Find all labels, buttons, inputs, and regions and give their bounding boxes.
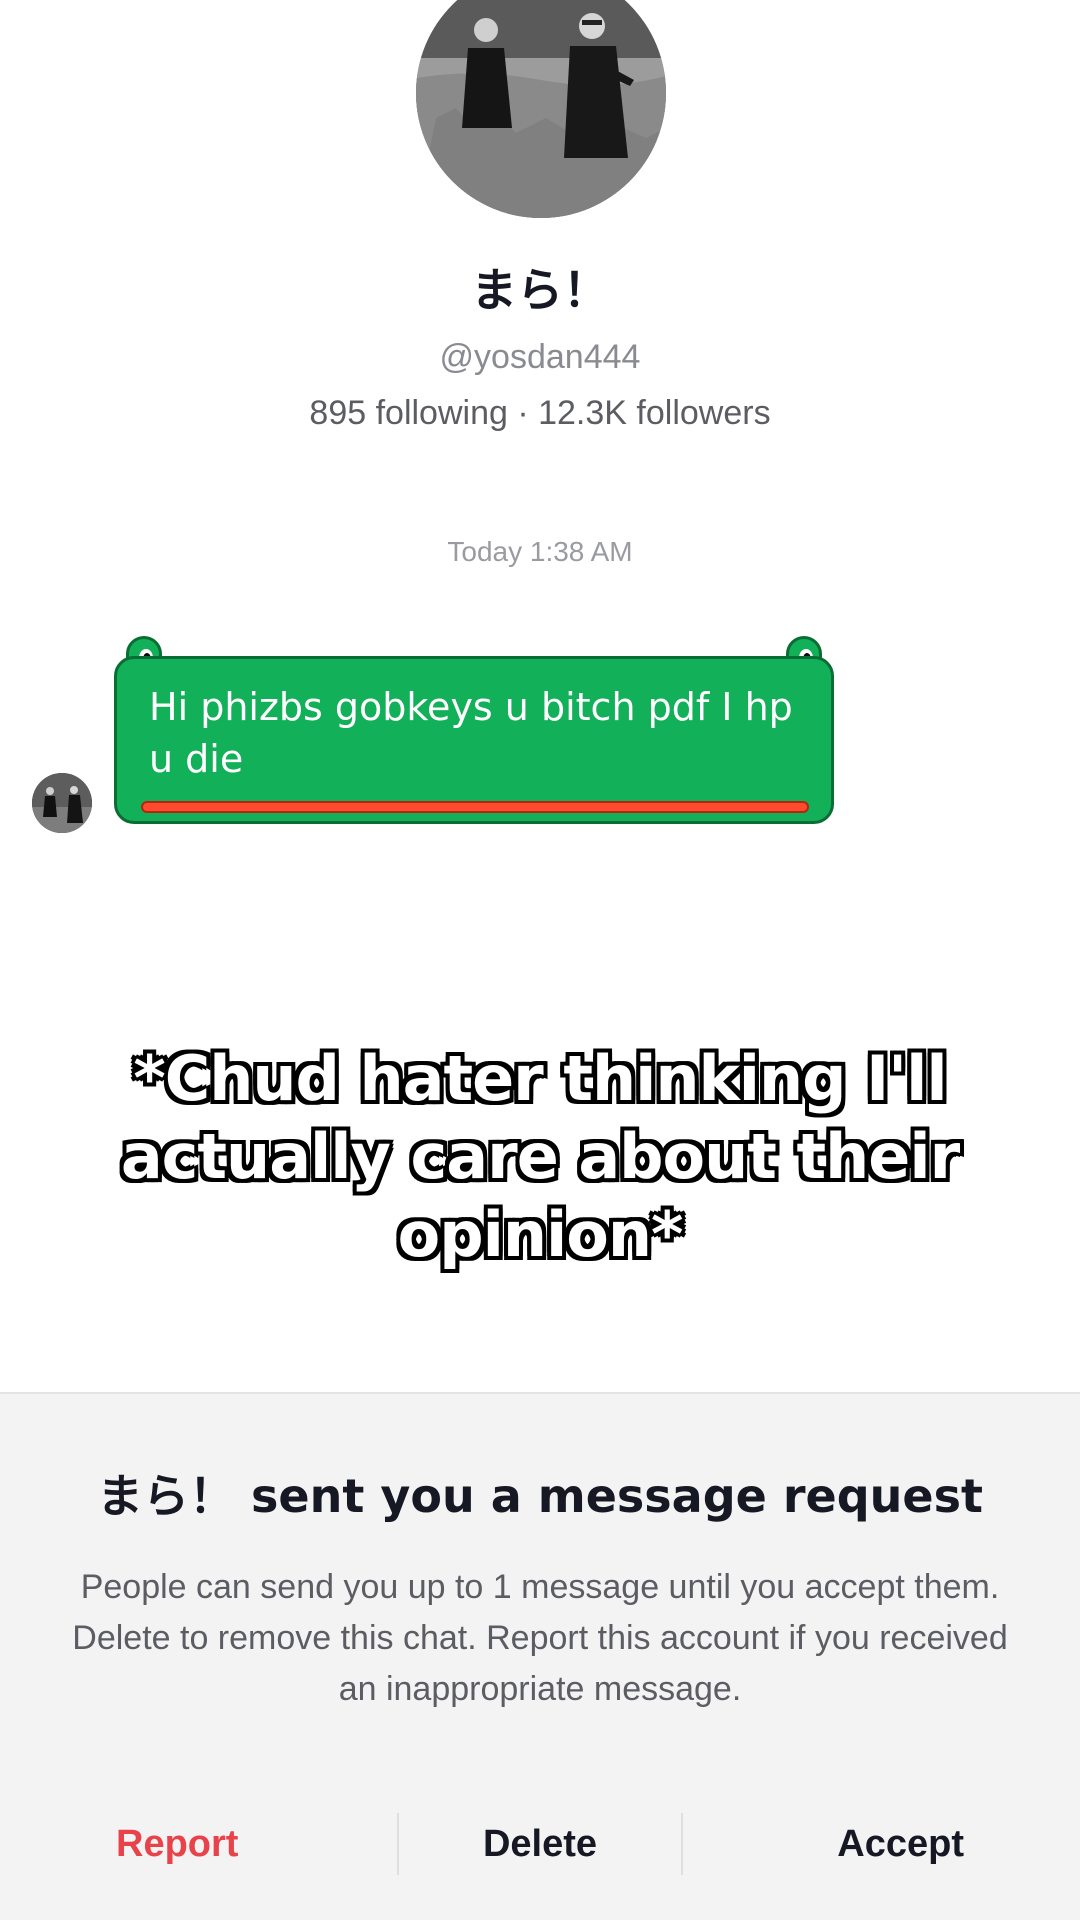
profile-photo-icon xyxy=(416,0,666,218)
chat-screen: まら！ @yosdan444 895 following · 12.3K fol… xyxy=(0,0,1080,1920)
request-description: People can send you up to 1 message unti… xyxy=(72,1568,1008,1708)
profile-stats: 895 following · 12.3K followers xyxy=(309,394,771,432)
report-button[interactable]: Report xyxy=(0,1794,397,1894)
message-request-panel: まら！ sent you a message request People ca… xyxy=(0,1392,1080,1920)
message-bubble[interactable]: Hi phizbs gobkeys u bitch pdf I hp u die xyxy=(114,636,834,834)
bubble-underline xyxy=(141,801,809,813)
accept-button[interactable]: Accept xyxy=(683,1794,1080,1894)
profile-username[interactable]: @yosdan444 xyxy=(0,336,1080,378)
message-bubble-body: Hi phizbs gobkeys u bitch pdf I hp u die xyxy=(114,656,834,824)
message-text: Hi phizbs gobkeys u bitch pdf I hp u die xyxy=(149,685,793,781)
overlay-caption: *Chud hater thinking I'll actually care … xyxy=(120,1042,960,1271)
message-timestamp: Today 1:38 AM xyxy=(447,536,633,567)
request-title: まら！ sent you a message request xyxy=(97,1469,983,1523)
avatar-photo-icon xyxy=(32,773,92,833)
delete-button[interactable]: Delete xyxy=(399,1794,680,1894)
sender-avatar[interactable] xyxy=(32,773,92,833)
request-actions: Report Delete Accept xyxy=(0,1794,1080,1894)
profile-display-name: まら！ xyxy=(471,263,609,317)
profile-avatar[interactable] xyxy=(416,0,666,218)
